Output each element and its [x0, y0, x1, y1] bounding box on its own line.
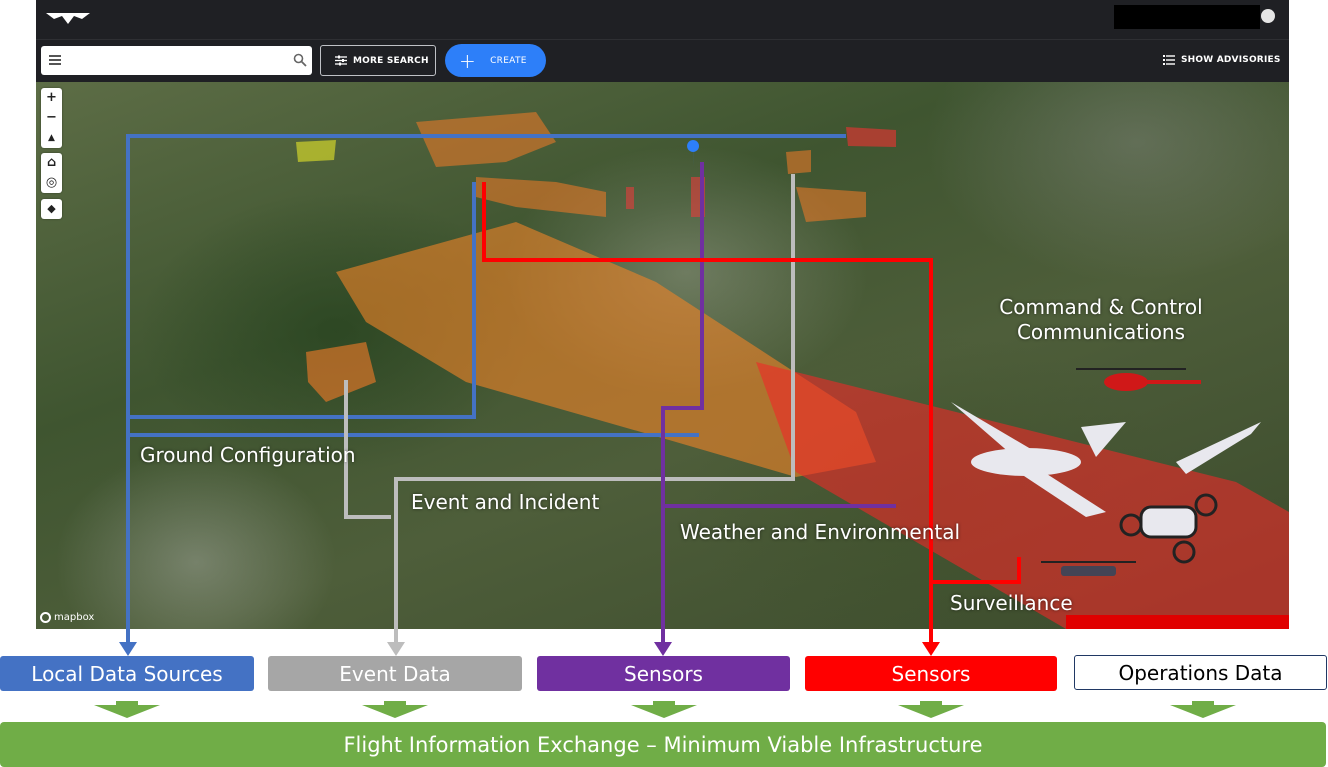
- airspace-volume-small: [626, 187, 634, 209]
- search-input[interactable]: [69, 50, 279, 71]
- mapbox-attribution[interactable]: mapbox: [40, 612, 94, 623]
- airspace-volume-small: [846, 127, 896, 147]
- airspace-volumes: [126, 112, 1289, 629]
- arrowhead-event: [387, 642, 405, 656]
- green-arrow-icon: [1170, 701, 1236, 718]
- label-event-incident: Event and Incident: [411, 490, 600, 514]
- app-logo-icon: [46, 13, 90, 24]
- more-search-label: MORE SEARCH: [353, 55, 429, 66]
- green-arrow-icon: [631, 701, 697, 718]
- create-button[interactable]: + CREATE: [445, 44, 546, 77]
- source-local-data: Local Data Sources: [0, 656, 254, 691]
- fixm-banner: Flight Information Exchange – Minimum Vi…: [0, 722, 1326, 767]
- search-icon[interactable]: [293, 53, 307, 67]
- create-label: CREATE: [490, 55, 527, 66]
- label-ground-configuration: Ground Configuration: [140, 443, 356, 467]
- mapbox-logo-icon: [40, 612, 51, 623]
- airspace-volume-small: [306, 342, 376, 402]
- green-arrow-icon: [362, 701, 428, 718]
- compass-icon[interactable]: ▲: [41, 128, 62, 148]
- account-icon[interactable]: [1261, 9, 1275, 23]
- arrowhead-surveillance: [922, 642, 940, 656]
- airspace-volume-small: [796, 187, 866, 222]
- label-command-control-line1: Command & Control: [999, 295, 1203, 319]
- green-arrow-icon: [94, 701, 160, 718]
- helicopter-icon: [1076, 368, 1201, 391]
- mapbox-label: mapbox: [54, 612, 95, 623]
- airspace-volume-small: [476, 177, 606, 217]
- list-icon: [1163, 55, 1175, 65]
- surveillance-zone-edge: [1066, 615, 1289, 629]
- label-command-control: Command & Control Communications: [990, 295, 1212, 345]
- more-search-button[interactable]: MORE SEARCH: [320, 45, 436, 76]
- layers-icon[interactable]: ◆: [41, 199, 62, 219]
- zoom-controls: + − ▲: [41, 88, 62, 148]
- zoom-in-button[interactable]: +: [41, 88, 62, 108]
- source-operations-data: Operations Data: [1074, 655, 1327, 690]
- flow-line-local: [126, 628, 130, 644]
- search-box[interactable]: [41, 46, 312, 75]
- source-event-data: Event Data: [268, 656, 522, 691]
- label-command-control-line2: Communications: [1016, 320, 1186, 344]
- map-pin-icon: [687, 140, 700, 168]
- green-arrow-icon: [898, 701, 964, 718]
- arrowhead-weather: [654, 642, 672, 656]
- diagram-canvas: MORE SEARCH + CREATE SHOW ADVISORIES + −…: [0, 0, 1328, 767]
- zoom-out-button[interactable]: −: [41, 108, 62, 128]
- app-header: [36, 0, 1289, 39]
- arrowhead-local: [119, 642, 137, 656]
- show-advisories-button[interactable]: SHOW ADVISORIES: [1163, 52, 1281, 68]
- airspace-volume-small: [296, 140, 336, 162]
- layers-control: ◆: [41, 199, 62, 219]
- label-surveillance: Surveillance: [950, 591, 1073, 615]
- plus-icon: +: [459, 48, 477, 73]
- flow-line-weather: [661, 628, 665, 644]
- menu-icon[interactable]: [49, 55, 61, 65]
- flow-arrowheads: [119, 628, 940, 656]
- user-name-redacted: [1114, 5, 1260, 29]
- filter-sliders-icon: [335, 55, 347, 66]
- home-icon[interactable]: ⌂: [41, 153, 62, 173]
- advisories-label: SHOW ADVISORIES: [1181, 55, 1281, 65]
- flow-line-event: [394, 628, 398, 644]
- locate-icon[interactable]: ◎: [41, 173, 62, 193]
- source-sensors-weather: Sensors: [537, 656, 790, 691]
- flow-line-surveillance: [929, 628, 933, 644]
- label-weather-environmental: Weather and Environmental: [680, 520, 961, 544]
- airspace-volume-small: [786, 150, 811, 174]
- source-sensors-surveillance: Sensors: [805, 656, 1057, 691]
- drone-glider-icon: [1176, 422, 1261, 474]
- map-nav-controls: ⌂ ◎: [41, 153, 62, 193]
- airspace-volume-small: [416, 112, 556, 167]
- satellite-map[interactable]: + − ▲ ⌂ ◎ ◆: [36, 82, 1289, 629]
